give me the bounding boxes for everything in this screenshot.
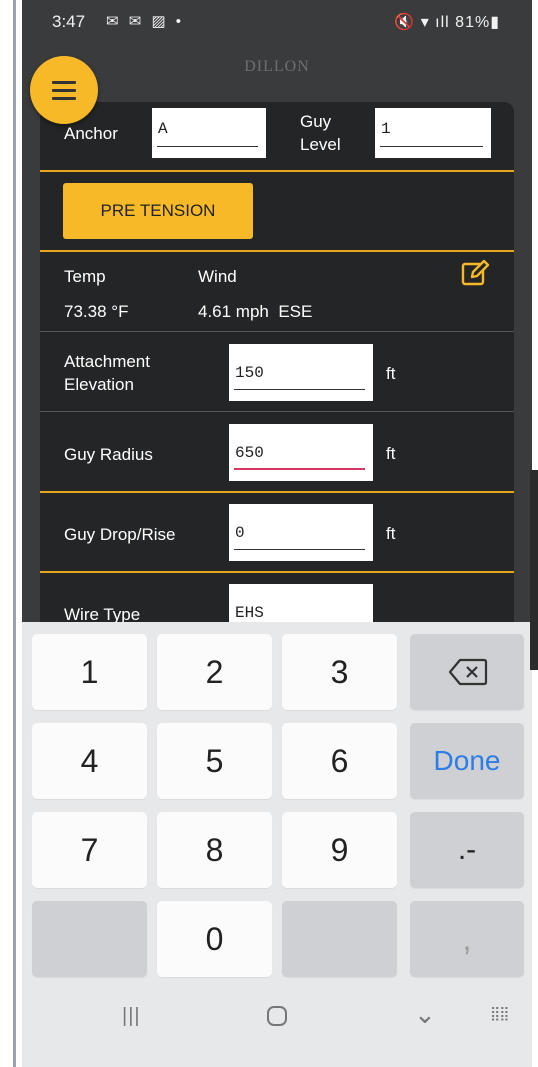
key-3[interactable]: 3 [282, 634, 397, 710]
screen-frame-edge-right [530, 470, 538, 670]
numeric-keyboard: 1 2 3 4 5 6 Done 7 8 9 .- 0 , ||| ⌄ ⣿⣿ [22, 622, 532, 1067]
guy-drop-value: 0 [235, 524, 245, 542]
key-6[interactable]: 6 [282, 723, 397, 799]
keyboard-switch-icon[interactable]: ⣿⣿ [490, 1005, 509, 1022]
wire-type-value: EHS [235, 604, 264, 622]
attachment-elevation-unit: ft [386, 364, 396, 383]
backspace-key[interactable] [410, 634, 524, 710]
key-2[interactable]: 2 [157, 634, 272, 710]
notification-icons: ✉ ✉ ▨ • [106, 13, 185, 30]
screen-frame-edge [13, 0, 16, 1067]
phone-screen: 3:47 ✉ ✉ ▨ • 🔇 ▾ ıll 81%▮ DILLON Anchor … [22, 0, 532, 1067]
hamburger-icon-line [52, 89, 76, 92]
input-underline-active [234, 468, 365, 470]
status-time: 3:47 [52, 12, 86, 31]
guy-drop-unit: ft [386, 524, 396, 543]
key-9[interactable]: 9 [282, 812, 397, 888]
key-8[interactable]: 8 [157, 812, 272, 888]
guy-radius-value: 650 [235, 444, 264, 462]
key-7[interactable]: 7 [32, 812, 147, 888]
system-status-icons: 🔇 ▾ ıll 81%▮ [394, 14, 500, 31]
status-bar: 3:47 ✉ ✉ ▨ • 🔇 ▾ ıll 81%▮ [22, 0, 532, 42]
comma-key[interactable]: , [410, 901, 524, 977]
hamburger-icon-line [52, 97, 76, 100]
input-underline [234, 389, 365, 390]
row-separator [40, 331, 514, 332]
input-underline [157, 146, 258, 147]
row-separator [40, 170, 514, 172]
hide-keyboard-icon[interactable]: ⌄ [414, 999, 436, 1030]
guy-form-card: Anchor A Guy Level 1 PRE TENSION Temp 73… [40, 102, 514, 662]
row-separator [40, 250, 514, 252]
guy-radius-input[interactable]: 650 [229, 424, 373, 481]
guy-level-label: Guy Level [300, 112, 341, 154]
hamburger-icon [52, 81, 76, 84]
guy-radius-unit: ft [386, 444, 396, 463]
key-4[interactable]: 4 [32, 723, 147, 799]
anchor-value: A [158, 120, 168, 138]
edit-icon[interactable] [460, 258, 490, 288]
attachment-elevation-input[interactable]: 150 [229, 344, 373, 401]
row-separator [40, 571, 514, 573]
row-separator [40, 491, 514, 493]
blank-key-left [32, 901, 147, 977]
guy-drop-label: Guy Drop/Rise [64, 525, 176, 544]
key-1[interactable]: 1 [32, 634, 147, 710]
guy-radius-label: Guy Radius [64, 445, 153, 464]
temp-label: Temp [64, 267, 106, 286]
recent-apps-icon[interactable]: ||| [122, 1005, 141, 1028]
guy-level-input[interactable]: 1 [375, 108, 491, 158]
key-0[interactable]: 0 [157, 901, 272, 977]
attachment-elevation-label: Attachment Elevation [64, 352, 150, 394]
anchor-label: Anchor [64, 124, 118, 143]
menu-button[interactable] [30, 56, 98, 124]
pre-tension-button[interactable]: PRE TENSION [63, 183, 253, 239]
key-5[interactable]: 5 [157, 723, 272, 799]
done-key[interactable]: Done [410, 723, 524, 799]
dot-dash-key[interactable]: .- [410, 812, 524, 888]
input-underline [380, 146, 483, 147]
row-separator [40, 411, 514, 412]
anchor-input[interactable]: A [152, 108, 266, 158]
system-nav-bar: ||| ⌄ ⣿⣿ [22, 979, 532, 1067]
attachment-elevation-value: 150 [235, 364, 264, 382]
temp-value: 73.38 °F [64, 302, 129, 321]
home-icon[interactable] [266, 1005, 288, 1033]
wind-label: Wind [198, 267, 237, 286]
input-underline [234, 549, 365, 550]
guy-drop-input[interactable]: 0 [229, 504, 373, 561]
wind-value: 4.61 mph ESE [198, 302, 313, 321]
app-title: DILLON [244, 58, 310, 75]
backspace-icon [448, 658, 488, 686]
blank-key-right [282, 901, 397, 977]
guy-level-value: 1 [381, 120, 391, 138]
